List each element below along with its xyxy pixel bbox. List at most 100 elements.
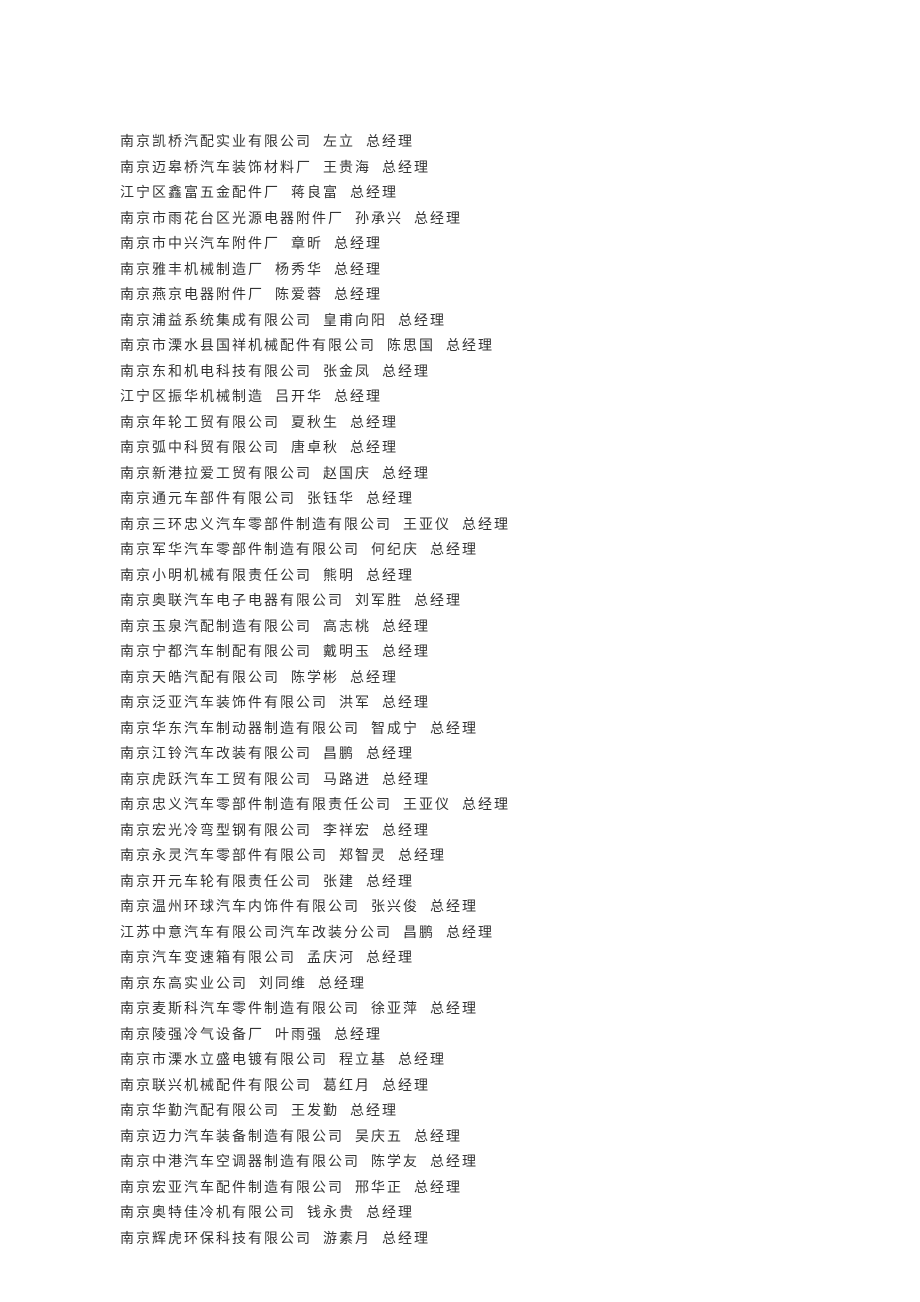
company-name: 南京汽车变速箱有限公司 xyxy=(120,951,296,966)
company-name: 南京军华汽车零部件制造有限公司 xyxy=(120,543,360,558)
list-item: 南京市溧水县国祥机械配件有限公司 陈思国 总经理 xyxy=(120,334,920,360)
person-title: 总经理 xyxy=(366,747,414,762)
company-name: 南京市中兴汽车附件厂 xyxy=(120,237,280,252)
company-name: 南京宏光冷弯型钢有限公司 xyxy=(120,824,312,839)
person-name: 吴庆五 xyxy=(355,1130,403,1145)
person-title: 总经理 xyxy=(366,951,414,966)
person-name: 蒋良富 xyxy=(291,186,339,201)
person-name: 夏秋生 xyxy=(291,416,339,431)
person-name: 张金凤 xyxy=(323,365,371,380)
company-name: 江宁区振华机械制造 xyxy=(120,390,264,405)
person-title: 总经理 xyxy=(382,645,430,660)
person-name: 刘同维 xyxy=(259,977,307,992)
company-name: 南京市雨花台区光源电器附件厂 xyxy=(120,212,344,227)
person-title: 总经理 xyxy=(382,620,430,635)
list-item: 南京东高实业公司 刘同维 总经理 xyxy=(120,972,920,998)
company-name: 南京奥联汽车电子电器有限公司 xyxy=(120,594,344,609)
company-name: 南京开元车轮有限责任公司 xyxy=(120,875,312,890)
person-name: 王亚仪 xyxy=(403,518,451,533)
person-title: 总经理 xyxy=(334,263,382,278)
person-title: 总经理 xyxy=(446,339,494,354)
company-name: 南京玉泉汽配制造有限公司 xyxy=(120,620,312,635)
list-item: 南京凯桥汽配实业有限公司 左立 总经理 xyxy=(120,130,920,156)
person-title: 总经理 xyxy=(414,1130,462,1145)
person-title: 总经理 xyxy=(430,1002,478,1017)
list-item: 南京江铃汽车改装有限公司 昌鹏 总经理 xyxy=(120,742,920,768)
list-item: 南京辉虎环保科技有限公司 游素月 总经理 xyxy=(120,1227,920,1253)
person-name: 程立基 xyxy=(339,1053,387,1068)
list-item: 江宁区振华机械制造 吕开华 总经理 xyxy=(120,385,920,411)
document-page: 南京凯桥汽配实业有限公司 左立 总经理南京迈皋桥汽车装饰材料厂 王贵海 总经理江… xyxy=(0,0,920,1252)
person-name: 昌鹏 xyxy=(403,926,435,941)
person-name: 赵国庆 xyxy=(323,467,371,482)
person-title: 总经理 xyxy=(350,1104,398,1119)
list-item: 南京联兴机械配件有限公司 葛红月 总经理 xyxy=(120,1074,920,1100)
person-title: 总经理 xyxy=(366,1206,414,1221)
company-name: 南京宏亚汽车配件制造有限公司 xyxy=(120,1181,344,1196)
company-name: 南京华勤汽配有限公司 xyxy=(120,1104,280,1119)
person-name: 孙承兴 xyxy=(355,212,403,227)
list-item: 江苏中意汽车有限公司汽车改装分公司 昌鹏 总经理 xyxy=(120,921,920,947)
list-item: 南京奥联汽车电子电器有限公司 刘军胜 总经理 xyxy=(120,589,920,615)
person-name: 李祥宏 xyxy=(323,824,371,839)
company-name: 南京虎跃汽车工贸有限公司 xyxy=(120,773,312,788)
person-name: 陈爱蓉 xyxy=(275,288,323,303)
list-item: 南京中港汽车空调器制造有限公司 陈学友 总经理 xyxy=(120,1150,920,1176)
company-name: 南京小明机械有限责任公司 xyxy=(120,569,312,584)
person-title: 总经理 xyxy=(334,390,382,405)
company-name: 南京年轮工贸有限公司 xyxy=(120,416,280,431)
person-name: 左立 xyxy=(323,135,355,150)
person-title: 总经理 xyxy=(350,416,398,431)
list-item: 南京麦斯科汽车零件制造有限公司 徐亚萍 总经理 xyxy=(120,997,920,1023)
list-item: 南京天皓汽配有限公司 陈学彬 总经理 xyxy=(120,666,920,692)
company-name: 南京凯桥汽配实业有限公司 xyxy=(120,135,312,150)
person-name: 陈思国 xyxy=(387,339,435,354)
person-name: 郑智灵 xyxy=(339,849,387,864)
person-name: 徐亚萍 xyxy=(371,1002,419,1017)
list-item: 南京汽车变速箱有限公司 孟庆河 总经理 xyxy=(120,946,920,972)
list-item: 南京东和机电科技有限公司 张金凤 总经理 xyxy=(120,360,920,386)
list-item: 南京小明机械有限责任公司 熊明 总经理 xyxy=(120,564,920,590)
person-title: 总经理 xyxy=(430,900,478,915)
list-item: 南京军华汽车零部件制造有限公司 何纪庆 总经理 xyxy=(120,538,920,564)
list-item: 南京弧中科贸有限公司 唐卓秋 总经理 xyxy=(120,436,920,462)
person-name: 杨秀华 xyxy=(275,263,323,278)
person-title: 总经理 xyxy=(366,135,414,150)
person-name: 陈学彬 xyxy=(291,671,339,686)
list-item: 南京陵强冷气设备厂 叶雨强 总经理 xyxy=(120,1023,920,1049)
person-title: 总经理 xyxy=(382,696,430,711)
person-title: 总经理 xyxy=(414,1181,462,1196)
person-name: 高志桃 xyxy=(323,620,371,635)
company-name: 南京江铃汽车改装有限公司 xyxy=(120,747,312,762)
person-name: 王发勤 xyxy=(291,1104,339,1119)
person-name: 何纪庆 xyxy=(371,543,419,558)
person-title: 总经理 xyxy=(334,237,382,252)
list-item: 南京华东汽车制动器制造有限公司 智成宁 总经理 xyxy=(120,717,920,743)
list-item: 南京迈皋桥汽车装饰材料厂 王贵海 总经理 xyxy=(120,156,920,182)
list-item: 南京市溧水立盛电镀有限公司 程立基 总经理 xyxy=(120,1048,920,1074)
company-name: 南京奥特佳冷机有限公司 xyxy=(120,1206,296,1221)
company-name: 南京陵强冷气设备厂 xyxy=(120,1028,264,1043)
person-title: 总经理 xyxy=(334,1028,382,1043)
person-title: 总经理 xyxy=(398,849,446,864)
person-name: 章昕 xyxy=(291,237,323,252)
list-item: 南京玉泉汽配制造有限公司 高志桃 总经理 xyxy=(120,615,920,641)
company-name: 南京迈力汽车装备制造有限公司 xyxy=(120,1130,344,1145)
company-name: 南京辉虎环保科技有限公司 xyxy=(120,1232,312,1247)
list-item: 南京宏光冷弯型钢有限公司 李祥宏 总经理 xyxy=(120,819,920,845)
person-title: 总经理 xyxy=(318,977,366,992)
company-name: 南京东高实业公司 xyxy=(120,977,248,992)
person-name: 邢华正 xyxy=(355,1181,403,1196)
list-item: 南京新港拉爱工贸有限公司 赵国庆 总经理 xyxy=(120,462,920,488)
company-name: 南京三环忠义汽车零部件制造有限公司 xyxy=(120,518,392,533)
person-name: 张钰华 xyxy=(307,492,355,507)
company-name: 南京忠义汽车零部件制造有限责任公司 xyxy=(120,798,392,813)
person-title: 总经理 xyxy=(430,543,478,558)
list-item: 南京年轮工贸有限公司 夏秋生 总经理 xyxy=(120,411,920,437)
list-item: 南京宏亚汽车配件制造有限公司 邢华正 总经理 xyxy=(120,1176,920,1202)
person-name: 洪军 xyxy=(339,696,371,711)
list-item: 江宁区鑫富五金配件厂 蒋良富 总经理 xyxy=(120,181,920,207)
person-title: 总经理 xyxy=(350,186,398,201)
company-name: 南京通元车部件有限公司 xyxy=(120,492,296,507)
person-name: 智成宁 xyxy=(371,722,419,737)
